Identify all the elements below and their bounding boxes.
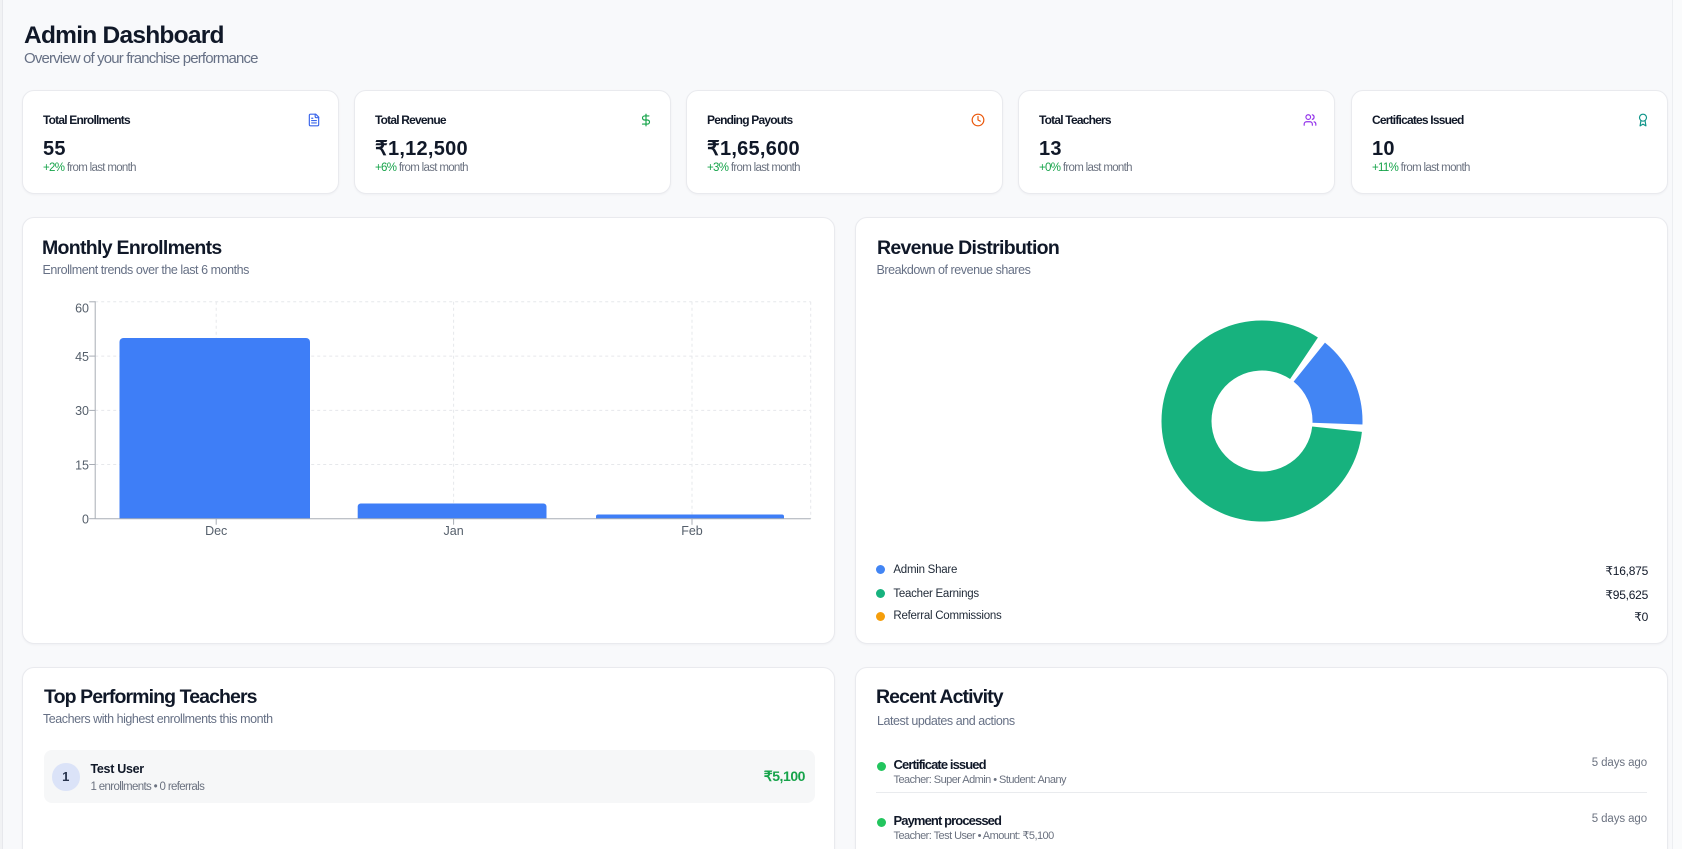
svg-text:45: 45	[75, 350, 89, 364]
svg-text:0: 0	[82, 513, 89, 527]
svg-text:30: 30	[75, 404, 89, 418]
svg-text:Dec: Dec	[205, 524, 227, 538]
svg-text:Feb: Feb	[681, 524, 703, 538]
svg-text:60: 60	[75, 302, 89, 316]
svg-text:15: 15	[75, 458, 89, 472]
svg-text:Jan: Jan	[444, 524, 464, 538]
